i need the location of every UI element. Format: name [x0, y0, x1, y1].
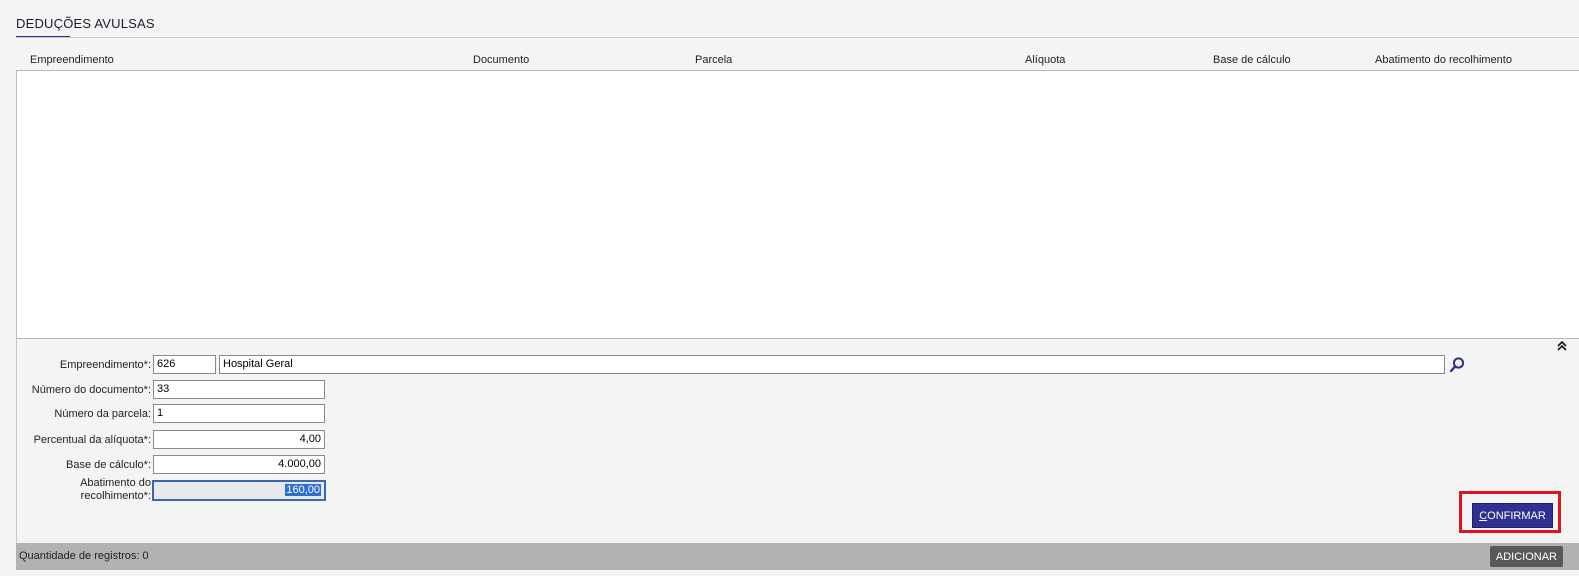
grid-body [16, 70, 1579, 339]
column-header-empreendimento[interactable]: Empreendimento [30, 54, 114, 66]
abatimento-label-line1: Abatimento do [80, 477, 151, 489]
base-calculo-input[interactable]: 4.000,00 [153, 455, 325, 474]
column-header-parcela[interactable]: Parcela [695, 54, 732, 66]
section-divider [16, 37, 1579, 38]
abatimento-label: Abatimento do recolhimento*: [10, 477, 151, 503]
confirm-button[interactable]: C ONFIRMAR [1472, 503, 1553, 528]
grid-footer: Quantidade de registros: 0 ADICIONAR [16, 543, 1579, 570]
section-title: DEDUÇÕES AVULSAS [16, 16, 155, 31]
abatimento-selected-value: 160,00 [285, 484, 321, 496]
column-header-aliquota[interactable]: Alíquota [1025, 54, 1065, 66]
column-header-documento[interactable]: Documento [473, 54, 529, 66]
column-header-abatimento[interactable]: Abatimento do recolhimento [1375, 54, 1512, 66]
add-button[interactable]: ADICIONAR [1489, 546, 1563, 567]
abatimento-label-line2: recolhimento*: [80, 490, 151, 502]
numero-documento-label: Número do documento*: [31, 384, 151, 396]
base-calculo-label: Base de cálculo*: [66, 459, 151, 471]
column-header-base-calculo[interactable]: Base de cálculo [1213, 54, 1291, 66]
records-count: Quantidade de registros: 0 [19, 550, 149, 562]
empreendimento-name-input[interactable]: Hospital Geral [219, 355, 1445, 374]
numero-parcela-label: Número da parcela: [54, 408, 151, 420]
search-icon[interactable] [1447, 355, 1467, 375]
numero-documento-input[interactable]: 33 [153, 380, 325, 399]
confirm-label: ONFIRMAR [1487, 509, 1546, 522]
empreendimento-label: Empreendimento*: [59, 359, 151, 371]
empreendimento-code-input[interactable]: 626 [153, 355, 216, 374]
grid-header: Empreendimento Documento Parcela Alíquot… [16, 50, 1579, 71]
confirm-accesskey: C [1479, 509, 1488, 522]
double-chevron-up-icon[interactable] [1557, 341, 1567, 351]
numero-parcela-input[interactable]: 1 [153, 404, 325, 423]
percentual-aliquota-label: Percentual da alíquota*: [33, 434, 151, 446]
percentual-aliquota-input[interactable]: 4,00 [153, 430, 325, 449]
abatimento-input[interactable]: 160,00 [152, 480, 326, 501]
